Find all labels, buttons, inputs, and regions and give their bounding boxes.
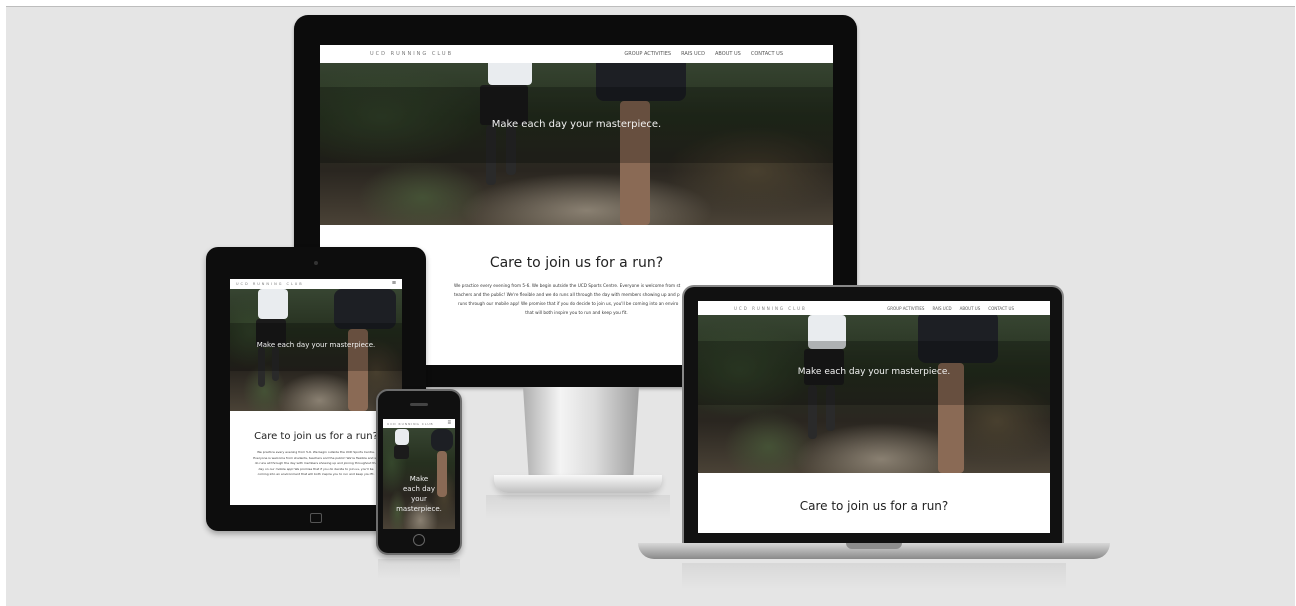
section-title: Care to join us for a run? <box>799 499 949 513</box>
phone-screen: Make each day your masterpiece. UCD RUNN… <box>383 419 455 529</box>
hero-tagline-line: Make <box>409 475 429 483</box>
navbar: UCD RUNNING CLUB GROUP ACTIVITIES RAIS U… <box>698 301 1050 315</box>
hero-tagline-line: each day <box>403 485 435 493</box>
phone-home-button[interactable] <box>413 534 425 546</box>
nav-link-contact-us[interactable]: CONTACT US <box>988 306 1014 311</box>
hamburger-icon[interactable]: ≡ <box>447 419 451 428</box>
hero-image: Make each day your masterpiece. <box>383 419 455 529</box>
nav-link-about-us[interactable]: ABOUT US <box>960 306 981 311</box>
nav-links: GROUP ACTIVITIES RAIS UCD ABOUT US CONTA… <box>624 51 783 57</box>
runner-shirt <box>395 429 409 445</box>
hero-image: Make each day your masterpiece. <box>698 301 1050 473</box>
hamburger-icon[interactable]: ≡ <box>392 279 396 289</box>
phone-device: Make each day your masterpiece. UCD RUNN… <box>376 389 462 555</box>
navbar: UCD RUNNING CLUB GROUP ACTIVITIES RAIS U… <box>320 45 833 63</box>
monitor-stand <box>523 387 639 475</box>
site-brand[interactable]: UCD RUNNING CLUB <box>236 282 304 286</box>
site-brand[interactable]: UCD RUNNING CLUB <box>387 422 434 426</box>
laptop-device: Make each day your masterpiece. UCD RUNN… <box>682 285 1064 545</box>
tablet-home-button[interactable] <box>310 513 322 523</box>
navbar: UCD RUNNING CLUB ≡ <box>383 419 455 428</box>
nav-link-group-activities[interactable]: GROUP ACTIVITIES <box>887 306 924 311</box>
laptop-screen: Make each day your masterpiece. UCD RUNN… <box>698 301 1050 533</box>
nav-link-group-activities[interactable]: GROUP ACTIVITIES <box>624 51 671 57</box>
site-brand[interactable]: UCD RUNNING CLUB <box>370 51 453 57</box>
phone-reflection <box>378 559 460 579</box>
hero-tagline: Make each day your masterpiece. <box>256 341 376 349</box>
runner-shirt <box>258 289 288 319</box>
nav-link-contact-us[interactable]: CONTACT US <box>751 51 783 57</box>
laptop-notch <box>846 543 902 549</box>
hero-tagline: Make each day your masterpiece. <box>797 367 951 377</box>
hero-tagline: Make each day your masterpiece. <box>491 119 662 130</box>
mockup-stage: Make each day your masterpiece. UCD RUNN… <box>6 6 1295 606</box>
nav-links: GROUP ACTIVITIES RAIS UCD ABOUT US CONTA… <box>887 306 1014 311</box>
tablet-camera <box>314 261 318 265</box>
runner-pack <box>431 429 453 451</box>
runner-shorts <box>394 445 409 459</box>
nav-link-rais-ucd[interactable]: RAIS UCD <box>932 306 951 311</box>
site-brand[interactable]: UCD RUNNING CLUB <box>734 306 807 311</box>
monitor-reflection <box>486 495 670 519</box>
monitor-base <box>494 475 662 493</box>
laptop-reflection <box>682 563 1066 589</box>
hero-tagline-line: masterpiece. <box>396 505 442 513</box>
hero-image: Make each day your masterpiece. <box>230 279 402 411</box>
phone-speaker <box>410 403 428 406</box>
join-section: Care to join us for a run? <box>698 473 1050 533</box>
nav-link-about-us[interactable]: ABOUT US <box>715 51 741 57</box>
hero-tagline-line: your <box>411 495 427 503</box>
navbar: UCD RUNNING CLUB ≡ <box>230 279 402 289</box>
hero-image: Make each day your masterpiece. <box>320 45 833 225</box>
nav-link-rais-ucd[interactable]: RAIS UCD <box>681 51 705 57</box>
